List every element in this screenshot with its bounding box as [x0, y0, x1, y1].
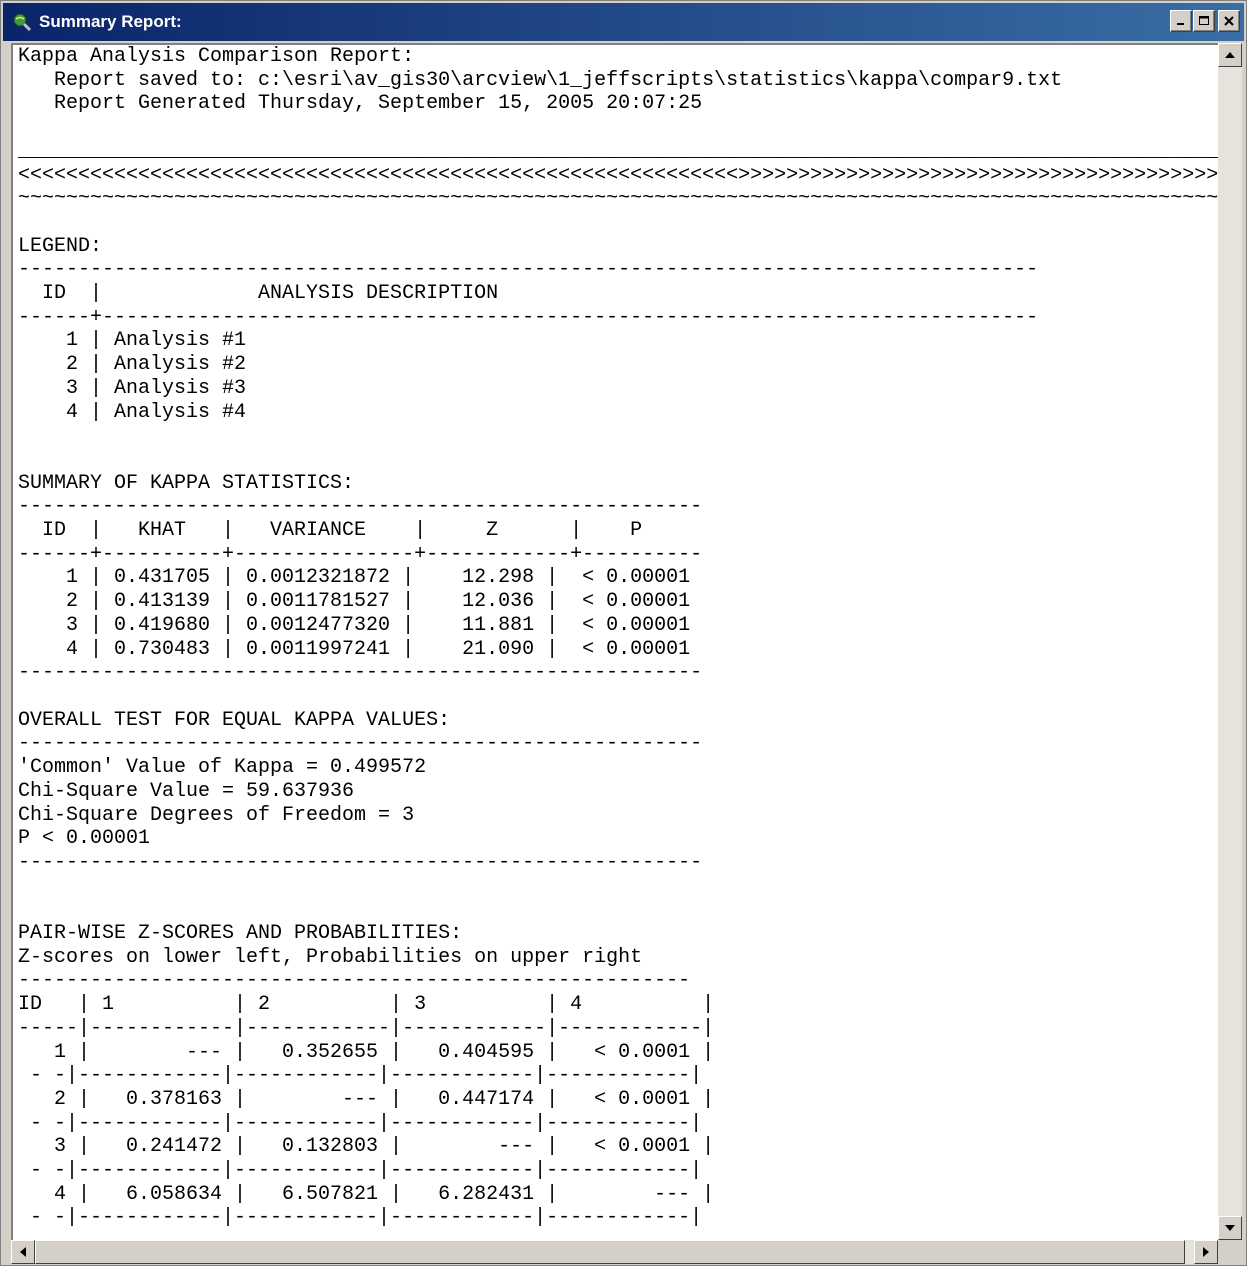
report-line: ----------------------------------------…: [18, 495, 703, 519]
report-line: - -|------------|------------|----------…: [18, 1064, 703, 1088]
report-line: - -|------------|------------|----------…: [18, 1111, 703, 1135]
scrollbar-corner: [1218, 1240, 1242, 1264]
report-line: Chi-Square Degrees of Freedom = 3: [18, 803, 415, 827]
report-line: 1 | 0.431705 | 0.0012321872 | 12.298 | <…: [18, 566, 691, 590]
report-line: 3 | Analysis #3: [18, 376, 247, 400]
close-button[interactable]: [1218, 10, 1240, 32]
report-line: ------+----------+---------------+------…: [18, 542, 703, 566]
report-line: P < 0.00001: [18, 827, 151, 851]
scroll-left-button[interactable]: [11, 1240, 35, 1264]
report-line: ________________________________________…: [18, 139, 1218, 163]
report-line: 2 | Analysis #2: [18, 353, 247, 377]
title-bar[interactable]: Summary Report:: [3, 3, 1244, 41]
maximize-icon: [1199, 16, 1209, 25]
report-line: 2 | 0.413139 | 0.0011781527 | 12.036 | <…: [18, 590, 691, 614]
report-line: 'Common' Value of Kappa = 0.499572: [18, 756, 427, 780]
arrow-up-icon: [1225, 52, 1235, 58]
arrow-right-icon: [1203, 1247, 1209, 1257]
report-line: ----------------------------------------…: [18, 661, 703, 685]
report-line: 3 | 0.241472 | 0.132803 | --- | < 0.0001…: [18, 1135, 715, 1159]
scroll-right-button[interactable]: [1194, 1240, 1218, 1264]
report-line: ----------------------------------------…: [18, 850, 703, 874]
vertical-scrollbar[interactable]: [1218, 43, 1242, 1240]
report-line: ------+---------------------------------…: [18, 305, 1039, 329]
report-text-area[interactable]: Kappa Analysis Comparison Report: Report…: [11, 43, 1218, 1240]
maximize-button[interactable]: [1193, 10, 1215, 32]
report-line: Chi-Square Value = 59.637936: [18, 779, 355, 803]
close-icon: [1224, 16, 1234, 26]
minimize-button[interactable]: [1170, 10, 1192, 32]
report-line: ----------------------------------------…: [18, 258, 1039, 282]
horizontal-scroll-thumb[interactable]: [35, 1240, 1185, 1264]
report-line: ID | 1 | 2 | 3 | 4 |: [18, 993, 715, 1017]
report-line: -----|------------|------------|--------…: [18, 1016, 715, 1040]
report-line: ID | KHAT | VARIANCE | Z | P: [18, 519, 643, 543]
report-line: ----------------------------------------…: [18, 732, 703, 756]
report-line: Report Generated Thursday, September 15,…: [18, 92, 703, 116]
report-window: Summary Report: Kappa Analysis Compariso…: [0, 0, 1247, 1266]
report-line: <<<<<<<<<<<<<<<<<<<<<<<<<<<<<<<<<<<<<<<<…: [18, 163, 1218, 187]
report-line: ----------------------------------------…: [18, 969, 691, 993]
report-line: 4 | 0.730483 | 0.0011997241 | 21.090 | <…: [18, 637, 691, 661]
window-title: Summary Report:: [39, 12, 182, 31]
report-line: Kappa Analysis Comparison Report:: [18, 45, 415, 68]
report-line: Report saved to: c:\esri\av_gis30\arcvie…: [18, 68, 1063, 92]
arrow-left-icon: [20, 1247, 26, 1257]
report-line: ID | ANALYSIS DESCRIPTION: [18, 282, 499, 306]
report-line: 1 | Analysis #1: [18, 329, 247, 353]
report-line: 4 | Analysis #4: [18, 400, 247, 424]
arrow-down-icon: [1225, 1225, 1235, 1231]
globe-magnifier-icon[interactable]: [13, 13, 32, 32]
report-line: OVERALL TEST FOR EQUAL KAPPA VALUES:: [18, 708, 451, 732]
report-line: 4 | 6.058634 | 6.507821 | 6.282431 | ---…: [18, 1182, 715, 1206]
report-line: SUMMARY OF KAPPA STATISTICS:: [18, 471, 355, 495]
report-line: - -|------------|------------|----------…: [18, 1206, 703, 1230]
minimize-icon: [1177, 23, 1184, 25]
scroll-up-button[interactable]: [1218, 43, 1242, 67]
report-line: LEGEND:: [18, 234, 103, 258]
report-line: 1 | --- | 0.352655 | 0.404595 | < 0.0001…: [18, 1040, 715, 1064]
horizontal-scrollbar[interactable]: [11, 1240, 1218, 1264]
report-line: 2 | 0.378163 | --- | 0.447174 | < 0.0001…: [18, 1087, 715, 1111]
report-line: 3 | 0.419680 | 0.0012477320 | 11.881 | <…: [18, 613, 691, 637]
report-line: - -|------------|------------|----------…: [18, 1159, 703, 1183]
report-text: Kappa Analysis Comparison Report: Report…: [18, 45, 1218, 1230]
report-line: Z-scores on lower left, Probabilities on…: [18, 945, 643, 969]
report-line: ~~~~~~~~~~~~~~~~~~~~~~~~~~~~~~~~~~~~~~~~…: [18, 187, 1218, 211]
scroll-down-button[interactable]: [1218, 1216, 1242, 1240]
report-line: PAIR-WISE Z-SCORES AND PROBABILITIES:: [18, 922, 463, 946]
